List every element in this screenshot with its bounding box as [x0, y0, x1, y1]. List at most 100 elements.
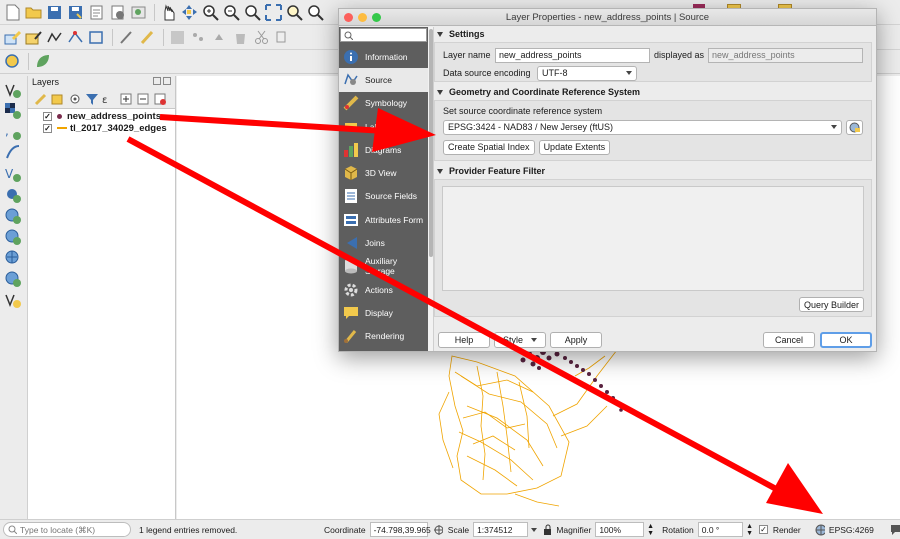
sidebar-item-information[interactable]: Information: [339, 45, 428, 68]
expand-all-icon[interactable]: [119, 92, 133, 106]
copy-icon[interactable]: [273, 28, 292, 47]
move-feature-icon[interactable]: [210, 28, 229, 47]
create-spatial-index-button[interactable]: Create Spatial Index: [443, 139, 535, 155]
rotation-field[interactable]: 0.0 °: [697, 522, 744, 537]
help-button[interactable]: Help: [438, 332, 490, 348]
add-group-icon[interactable]: [51, 92, 65, 106]
layout-manager-icon[interactable]: [108, 3, 127, 22]
render-checkbox[interactable]: ✓: [759, 525, 768, 534]
layer-item-new-address-points[interactable]: ✓ new_address_points: [28, 110, 175, 122]
sidebar-search-input[interactable]: [355, 30, 425, 40]
crs-globe-icon[interactable]: [815, 524, 825, 536]
add-virtual-layer-icon[interactable]: V: [3, 164, 22, 183]
magnifier-field[interactable]: 100%: [595, 522, 645, 537]
zoom-to-selection-icon[interactable]: [285, 3, 304, 22]
scale-field[interactable]: 1:374512: [473, 522, 528, 537]
delete-selected-icon[interactable]: [231, 28, 250, 47]
add-arcgis-icon[interactable]: [3, 269, 22, 288]
sidebar-item-rendering[interactable]: Rendering: [339, 325, 428, 348]
dialog-titlebar[interactable]: Layer Properties - new_address_points | …: [339, 9, 876, 26]
sidebar-item-labels[interactable]: Labels: [339, 115, 428, 138]
pencil-icon[interactable]: [138, 28, 157, 47]
filter-expression-icon[interactable]: ε: [102, 92, 116, 106]
ok-button[interactable]: OK: [820, 332, 872, 348]
zoom-out-icon[interactable]: [222, 3, 241, 22]
current-edits-icon[interactable]: [3, 28, 22, 47]
new-project-icon[interactable]: [3, 3, 22, 22]
encoding-select[interactable]: UTF-8: [537, 65, 637, 81]
coordinate-toggle-icon[interactable]: [433, 524, 443, 536]
query-builder-button[interactable]: Query Builder: [798, 297, 864, 312]
leaf-plugin-icon[interactable]: [33, 52, 52, 71]
spinner-arrows-icon[interactable]: ▲ ▼: [647, 523, 654, 537]
pan-hand-icon[interactable]: [159, 3, 178, 22]
close-panel-icon[interactable]: [163, 77, 171, 85]
digitize-icon[interactable]: [87, 28, 106, 47]
print-layout-icon[interactable]: [87, 3, 106, 22]
minimize-window-icon[interactable]: [358, 13, 367, 22]
close-window-icon[interactable]: [344, 13, 353, 22]
manage-map-themes-icon[interactable]: [68, 92, 82, 106]
toggle-editing-icon[interactable]: [24, 28, 43, 47]
cut-icon[interactable]: [252, 28, 271, 47]
add-vector-layer-icon[interactable]: [3, 80, 22, 99]
crs-status[interactable]: EPSG:4269: [829, 525, 874, 535]
layer-visibility-checkbox[interactable]: ✓: [43, 123, 52, 133]
locator-box[interactable]: [3, 522, 131, 537]
crs-select[interactable]: EPSG:3424 - NAD83 / New Jersey (ftUS): [443, 119, 842, 135]
layer-name-input[interactable]: new_address_points: [495, 47, 650, 63]
crs-selector-button[interactable]: [846, 119, 863, 135]
apply-button[interactable]: Apply: [550, 332, 602, 348]
sidebar-item-attributes-form[interactable]: Attributes Form: [339, 208, 428, 231]
add-mssql-icon[interactable]: [3, 185, 22, 204]
digitize-with-segment-icon[interactable]: [117, 28, 136, 47]
save-project-icon[interactable]: [45, 3, 64, 22]
layer-visibility-checkbox[interactable]: ✓: [43, 111, 52, 121]
vertex-tool-icon[interactable]: [66, 28, 85, 47]
sidebar-item-auxiliary-storage[interactable]: Auxiliary Storage: [339, 255, 428, 278]
add-raster-layer-icon[interactable]: [3, 101, 22, 120]
style-menu-button[interactable]: Style: [494, 332, 546, 348]
add-wms-icon[interactable]: [3, 206, 22, 225]
filter-legend-icon[interactable]: [85, 92, 99, 106]
add-polyline-icon[interactable]: [45, 28, 64, 47]
new-shapefile-icon[interactable]: [3, 290, 22, 309]
sidebar-item-display[interactable]: Display: [339, 301, 428, 324]
remove-layer-icon[interactable]: [153, 92, 167, 106]
python-console-icon[interactable]: [3, 52, 22, 71]
geometry-section-header[interactable]: Geometry and Coordinate Reference System: [434, 85, 872, 99]
open-layer-styling-icon[interactable]: [34, 92, 48, 106]
sidebar-item-source-fields[interactable]: Source Fields: [339, 185, 428, 208]
add-wcs-icon[interactable]: [3, 227, 22, 246]
chevron-down-icon[interactable]: [530, 527, 537, 532]
save-as-icon[interactable]: [66, 3, 85, 22]
cancel-button[interactable]: Cancel: [763, 332, 815, 348]
zoom-rubberband-icon[interactable]: [243, 3, 262, 22]
style-manager-icon[interactable]: [129, 3, 148, 22]
zoom-in-icon[interactable]: [201, 3, 220, 22]
layer-item-tl-2017-34029-edges[interactable]: ✓ tl_2017_34029_edges: [28, 122, 175, 134]
filter-section-header[interactable]: Provider Feature Filter: [434, 164, 872, 178]
sidebar-item-diagrams[interactable]: Diagrams: [339, 138, 428, 161]
locate-input[interactable]: [20, 524, 130, 535]
scrollbar-thumb[interactable]: [429, 29, 433, 257]
lock-icon[interactable]: [543, 524, 552, 535]
filter-expression-area[interactable]: [442, 186, 864, 291]
float-panel-icon[interactable]: [153, 77, 161, 85]
sidebar-item-joins[interactable]: Joins: [339, 231, 428, 254]
add-wfs-icon[interactable]: [3, 248, 22, 267]
sidebar-item-source[interactable]: Source: [339, 68, 428, 92]
update-extents-button[interactable]: Update Extents: [538, 139, 611, 155]
maximize-window-icon[interactable]: [372, 13, 381, 22]
open-project-icon[interactable]: [24, 3, 43, 22]
pan-to-selection-icon[interactable]: [180, 3, 199, 22]
add-spatialite-icon[interactable]: [3, 143, 22, 162]
sidebar-item-symbology[interactable]: Symbology: [339, 92, 428, 115]
sidebar-item-3d-view[interactable]: 3D View: [339, 161, 428, 184]
settings-section-header[interactable]: Settings: [434, 27, 872, 41]
add-delimited-text-icon[interactable]: ,: [3, 122, 22, 141]
zoom-full-icon[interactable]: [264, 3, 283, 22]
sidebar-item-actions[interactable]: Actions: [339, 278, 428, 301]
collapse-all-icon[interactable]: [136, 92, 150, 106]
save-edits-icon[interactable]: [168, 28, 187, 47]
